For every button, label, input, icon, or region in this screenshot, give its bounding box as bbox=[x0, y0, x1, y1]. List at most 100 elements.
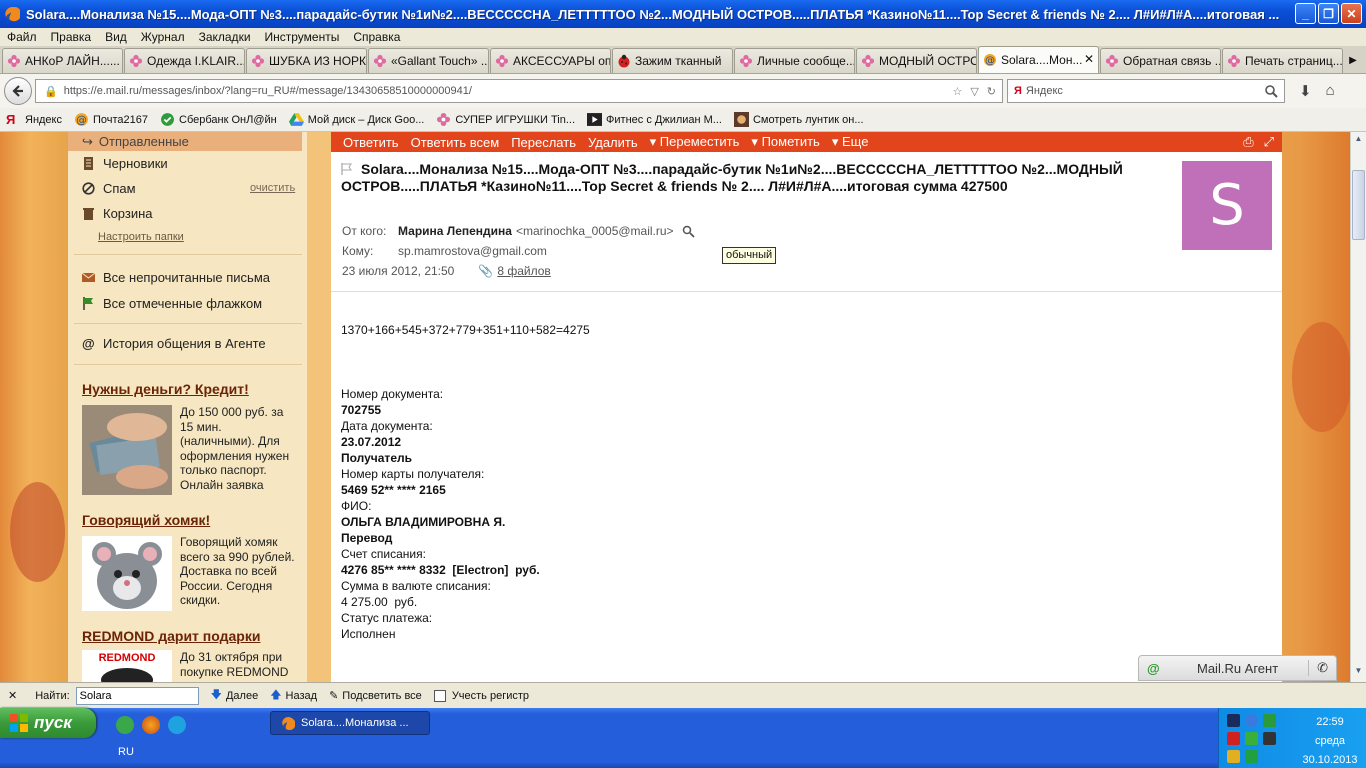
taskbar-window-item[interactable]: Solara....Монализа ... bbox=[270, 711, 430, 735]
network-icon[interactable] bbox=[1227, 714, 1240, 727]
browser-tab[interactable]: МОДНЫЙ ОСТРО... bbox=[856, 48, 977, 73]
utorrent-icon[interactable] bbox=[116, 716, 134, 734]
menu-tools[interactable]: Инструменты bbox=[258, 30, 347, 44]
bookmark-drive[interactable]: Мой диск – Диск Goo... bbox=[288, 112, 424, 127]
forward-button[interactable]: Переслать bbox=[511, 135, 576, 150]
battery-icon[interactable] bbox=[1245, 750, 1258, 763]
maximize-button[interactable]: ❐ bbox=[1318, 3, 1339, 24]
browser-tab-active[interactable]: @ Solara....Мон... ✕ bbox=[978, 46, 1099, 73]
scroll-up-icon[interactable]: ▲ bbox=[1353, 134, 1364, 148]
browser-tab[interactable]: ШУБКА ИЗ НОРК... bbox=[246, 48, 367, 73]
recipient-address[interactable]: sp.mamrostova@gmail.com bbox=[398, 244, 547, 258]
volume-icon[interactable] bbox=[1263, 732, 1276, 745]
page-scrollbar[interactable]: ▲ ▼ bbox=[1350, 132, 1366, 682]
find-input[interactable] bbox=[75, 686, 199, 705]
agent-history-link[interactable]: @ История общения в Агенте bbox=[82, 336, 266, 351]
browser-tab[interactable]: Зажим тканный bbox=[612, 48, 733, 73]
sender-name[interactable]: Марина Лепендина bbox=[398, 224, 512, 238]
sberbank-icon bbox=[161, 113, 174, 126]
folder-sent[interactable]: ↪ Отправленные bbox=[68, 132, 302, 151]
tab-label: Зажим тканный bbox=[635, 54, 722, 68]
bookmark-mail[interactable]: @ Почта2167 bbox=[74, 112, 148, 127]
mailru-agent-widget[interactable]: @ Mail.Ru Агент ✆ bbox=[1138, 655, 1337, 681]
reply-all-button[interactable]: Ответить всем bbox=[411, 135, 500, 150]
scroll-down-icon[interactable]: ▼ bbox=[1353, 666, 1364, 680]
spam-clean-link[interactable]: очистить bbox=[250, 182, 295, 194]
browser-tab[interactable]: Обратная связь ... bbox=[1100, 48, 1221, 73]
security-shield-icon[interactable] bbox=[1245, 732, 1258, 745]
star-icon[interactable]: ☆ bbox=[952, 85, 962, 98]
delete-button[interactable]: Удалить bbox=[588, 135, 638, 150]
browser-tab[interactable]: «Gallant Touch» ... bbox=[368, 48, 489, 73]
find-next-button[interactable]: 🡇 Далее bbox=[211, 686, 259, 705]
folder-drafts[interactable]: Черновики bbox=[82, 156, 168, 171]
phone-icon[interactable]: ✆ bbox=[1308, 660, 1328, 676]
move-button[interactable]: ▾ Переместить bbox=[650, 134, 740, 150]
reply-button[interactable]: Ответить bbox=[343, 135, 399, 150]
match-case-label: Учесть регистр bbox=[451, 689, 530, 702]
language-indicator[interactable]: RU bbox=[118, 746, 134, 758]
wifi-icon[interactable] bbox=[1263, 714, 1276, 727]
bookmark-sberbank[interactable]: Сбербанк ОнЛ@йн bbox=[160, 112, 277, 127]
power-icon[interactable] bbox=[1227, 750, 1240, 763]
setup-folders-link[interactable]: Настроить папки bbox=[98, 231, 184, 243]
antivirus-icon[interactable] bbox=[1227, 732, 1240, 745]
scrollbar-thumb[interactable] bbox=[1352, 170, 1365, 240]
bookmark-yandex[interactable]: Я Яндекс bbox=[6, 112, 62, 127]
match-case-checkbox[interactable]: Учесть регистр bbox=[433, 689, 530, 702]
folder-trash[interactable]: Корзина bbox=[82, 206, 153, 221]
back-button[interactable] bbox=[4, 77, 32, 105]
url-bar[interactable]: 🔒 https://e.mail.ru/messages/inbox/?lang… bbox=[35, 79, 1003, 103]
browser-tab[interactable]: Личные сообще... bbox=[734, 48, 855, 73]
clock[interactable]: 22:59 среда 30.10.2013 bbox=[1295, 713, 1365, 768]
money-hand-image[interactable] bbox=[82, 405, 172, 495]
firefox-icon[interactable] bbox=[142, 716, 160, 734]
find-prev-button[interactable]: 🡅 Назад bbox=[270, 686, 317, 705]
more-button[interactable]: ▾ Еще bbox=[832, 134, 869, 150]
close-window-button[interactable]: ✕ bbox=[1341, 3, 1362, 24]
skype-icon[interactable] bbox=[168, 716, 186, 734]
folder-spam[interactable]: Спам bbox=[82, 181, 136, 196]
search-bar[interactable]: Я Яндекс bbox=[1007, 79, 1285, 103]
minimize-button[interactable]: _ bbox=[1295, 3, 1316, 24]
browser-tab[interactable]: Одежда I.KLAIR... bbox=[124, 48, 245, 73]
menu-view[interactable]: Вид bbox=[98, 30, 134, 44]
close-tab-icon[interactable]: ✕ bbox=[1084, 52, 1094, 66]
browser-tab[interactable]: АНКоР ЛАЙН...... bbox=[2, 48, 123, 73]
bookmark-fitness[interactable]: Фитнес с Джилиан М... bbox=[587, 112, 722, 127]
bookmark-luntik[interactable]: Смотреть лунтик он... bbox=[733, 112, 864, 127]
bluetooth-icon[interactable] bbox=[1245, 714, 1258, 727]
attachments-link[interactable]: 8 файлов bbox=[497, 264, 550, 278]
menu-history[interactable]: Журнал bbox=[134, 30, 192, 44]
all-flagged-link[interactable]: Все отмеченные флажком bbox=[82, 296, 262, 311]
browser-tab[interactable]: Печать страниц... bbox=[1222, 48, 1343, 73]
dropdown-icon[interactable]: ▽ bbox=[970, 85, 978, 98]
reload-icon[interactable]: ↻ bbox=[987, 85, 996, 98]
home-icon[interactable]: ⌂ bbox=[1326, 82, 1335, 100]
menu-file[interactable]: Файл bbox=[0, 30, 44, 44]
menu-edit[interactable]: Правка bbox=[44, 30, 99, 44]
flag-icon[interactable] bbox=[341, 163, 353, 175]
all-unread-link[interactable]: Все непрочитанные письма bbox=[82, 270, 270, 285]
ad-hamster-title[interactable]: Говорящий хомяк! bbox=[82, 512, 210, 528]
tab-scroll-right-icon[interactable]: ▶ bbox=[1344, 48, 1362, 73]
bookmark-toys[interactable]: СУПЕР ИГРУШКИ Tin... bbox=[436, 112, 575, 127]
ad-redmond-title[interactable]: REDMOND дарит подарки bbox=[82, 628, 260, 644]
magnifier-icon[interactable] bbox=[682, 225, 695, 238]
browser-tab[interactable]: АКСЕССУАРЫ оп... bbox=[490, 48, 611, 73]
download-icon[interactable]: ⬇ bbox=[1299, 82, 1312, 100]
print-icon[interactable]: ⎙ bbox=[1243, 134, 1253, 150]
highlight-all-button[interactable]: ✎ Подсветить все bbox=[329, 689, 422, 703]
redmond-logo-image[interactable]: REDMOND bbox=[82, 650, 172, 682]
expand-icon[interactable]: ⤢ bbox=[1264, 134, 1274, 150]
bookmark-label: Почта2167 bbox=[93, 113, 149, 126]
ad-credit-title[interactable]: Нужны деньги? Кредит! bbox=[82, 381, 249, 397]
menu-help[interactable]: Справка bbox=[346, 30, 407, 44]
sender-address[interactable]: <marinochka_0005@mail.ru> bbox=[516, 224, 674, 238]
mark-button[interactable]: ▾ Пометить bbox=[751, 134, 819, 150]
menu-bookmarks[interactable]: Закладки bbox=[192, 30, 258, 44]
search-icon[interactable] bbox=[1264, 84, 1278, 98]
close-find-icon[interactable]: ✕ bbox=[8, 689, 17, 702]
hamster-toy-image[interactable] bbox=[82, 536, 172, 611]
start-button[interactable]: пуск bbox=[0, 708, 96, 738]
